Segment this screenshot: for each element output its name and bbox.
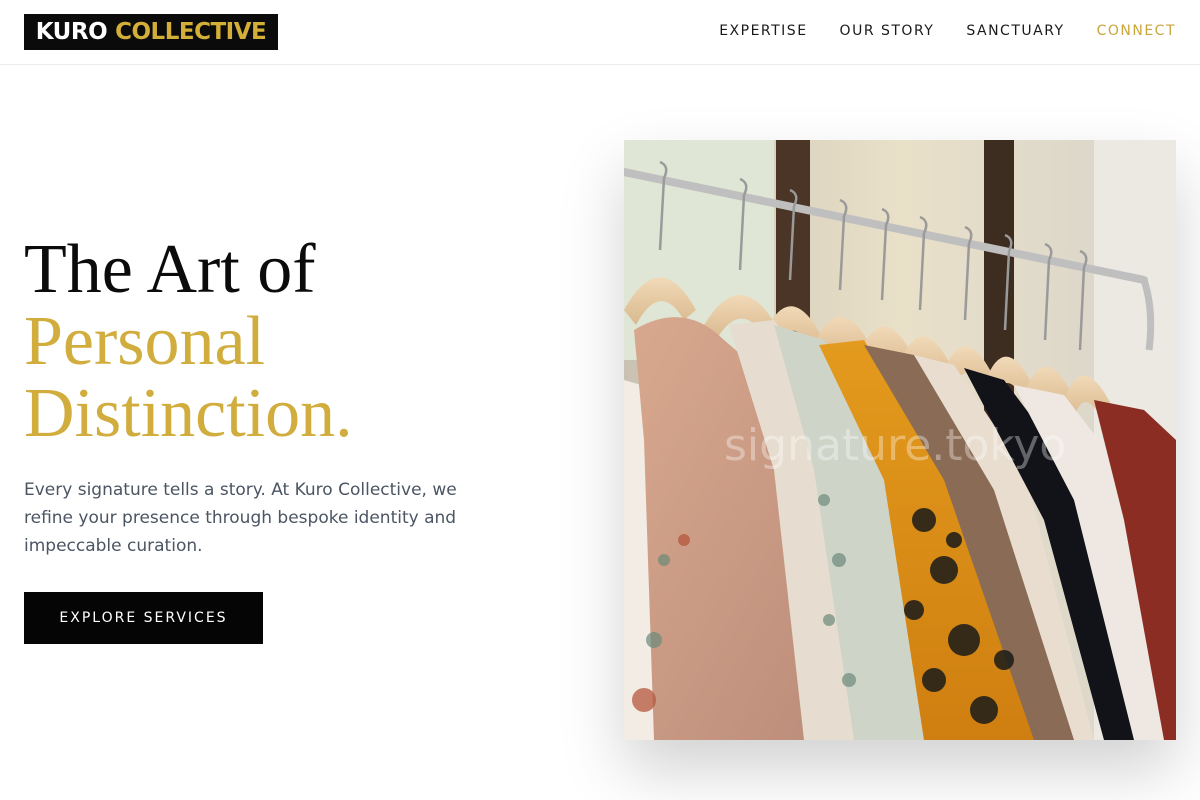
brand-name-part1: KURO (35, 19, 108, 45)
brand-name-part2: COLLECTIVE (115, 19, 267, 45)
hero-description: Every signature tells a story. At Kuro C… (24, 480, 457, 556)
brand-logo[interactable]: KURO COLLECTIVE (24, 14, 278, 50)
explore-services-button[interactable]: EXPLORE SERVICES (24, 592, 263, 644)
headline-line-2: Personal (24, 303, 266, 380)
nav-link-connect[interactable]: CONNECT (1097, 23, 1176, 39)
hero-image-clothing-rack: signature.tokyo (624, 140, 1176, 740)
headline-line-3: Distinction. (24, 375, 353, 452)
main-nav: EXPERTISE OUR STORY SANCTUARY CONNECT (687, 0, 1176, 62)
site-header: KURO COLLECTIVE EXPERTISE OUR STORY SANC… (0, 0, 1200, 65)
image-watermark: signature.tokyo (724, 420, 1067, 471)
hero-headline: The Art of Personal Distinction. (24, 234, 353, 450)
headline-line-1: The Art of (24, 231, 316, 308)
nav-link-our-story[interactable]: OUR STORY (840, 23, 935, 39)
nav-link-expertise[interactable]: EXPERTISE (719, 23, 807, 39)
nav-link-sanctuary[interactable]: SANCTUARY (966, 23, 1064, 39)
